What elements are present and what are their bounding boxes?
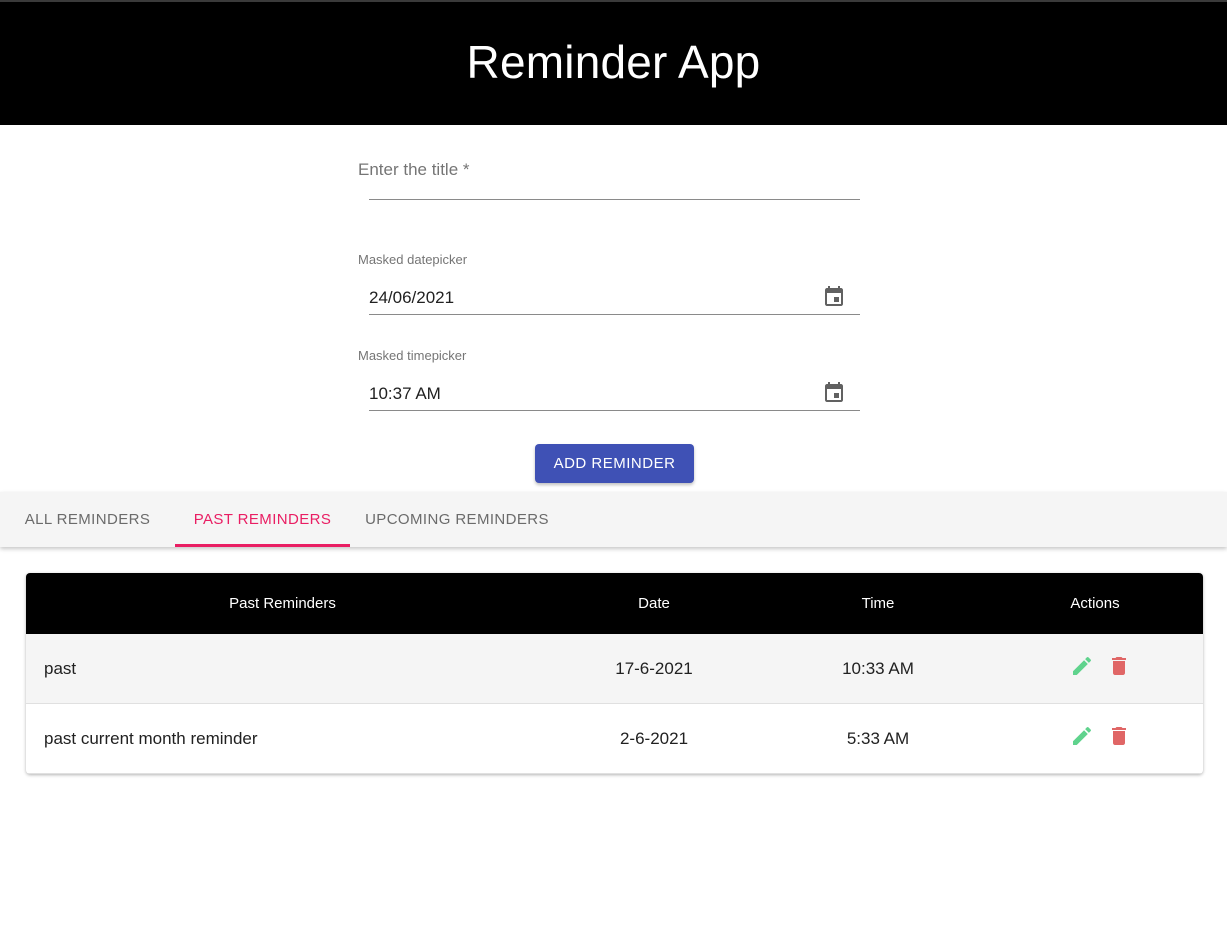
date-field-underline [369,314,860,315]
reminder-title: past current month reminder [44,729,258,748]
app-header: Reminder App [0,0,1227,125]
trash-icon[interactable] [1107,654,1131,678]
pencil-icon[interactable] [1070,654,1094,678]
tab-upcoming-reminders[interactable]: UPCOMING REMINDERS [350,492,564,547]
reminder-date: 2-6-2021 [619,729,689,748]
reminder-tabs: ALL REMINDERS PAST REMINDERS UPCOMING RE… [0,492,1227,547]
reminder-title: past [44,659,77,678]
table-header: Past Reminders Date Time Actions [26,573,1203,634]
pencil-icon[interactable] [1070,724,1094,748]
tab-past-reminders[interactable]: PAST REMINDERS [175,492,350,547]
active-tab-indicator [175,544,350,547]
reminders-table: Past Reminders Date Time Actions past 17… [26,573,1203,774]
tab-all-reminders[interactable]: ALL REMINDERS [0,492,175,547]
column-header-actions: Actions [1070,595,1120,612]
trash-icon[interactable] [1107,724,1131,748]
column-header-date: Date [638,595,670,612]
reminder-date: 17-6-2021 [615,659,693,678]
time-field-value[interactable]: 10:37 AM [369,384,441,404]
date-field-value[interactable]: 24/06/2021 [369,288,454,308]
date-field-label: Masked datepicker [358,252,468,267]
column-header-title: Past Reminders [229,595,336,612]
reminder-time: 5:33 AM [846,729,910,748]
reminder-time: 10:33 AM [842,659,914,678]
title-field-underline[interactable] [369,199,860,200]
add-reminder-button[interactable]: ADD REMINDER [535,444,694,483]
time-field-label: Masked timepicker [358,348,467,363]
title-field-label: Enter the title * [358,160,470,179]
table-row: past current month reminder 2-6-2021 5:3… [26,704,1203,774]
calendar-icon[interactable] [822,285,846,309]
calendar-icon[interactable] [822,381,846,405]
column-header-time: Time [861,595,895,612]
time-field-underline [369,410,860,411]
table-row: past 17-6-2021 10:33 AM [26,634,1203,704]
app-title: Reminder App [466,35,761,88]
